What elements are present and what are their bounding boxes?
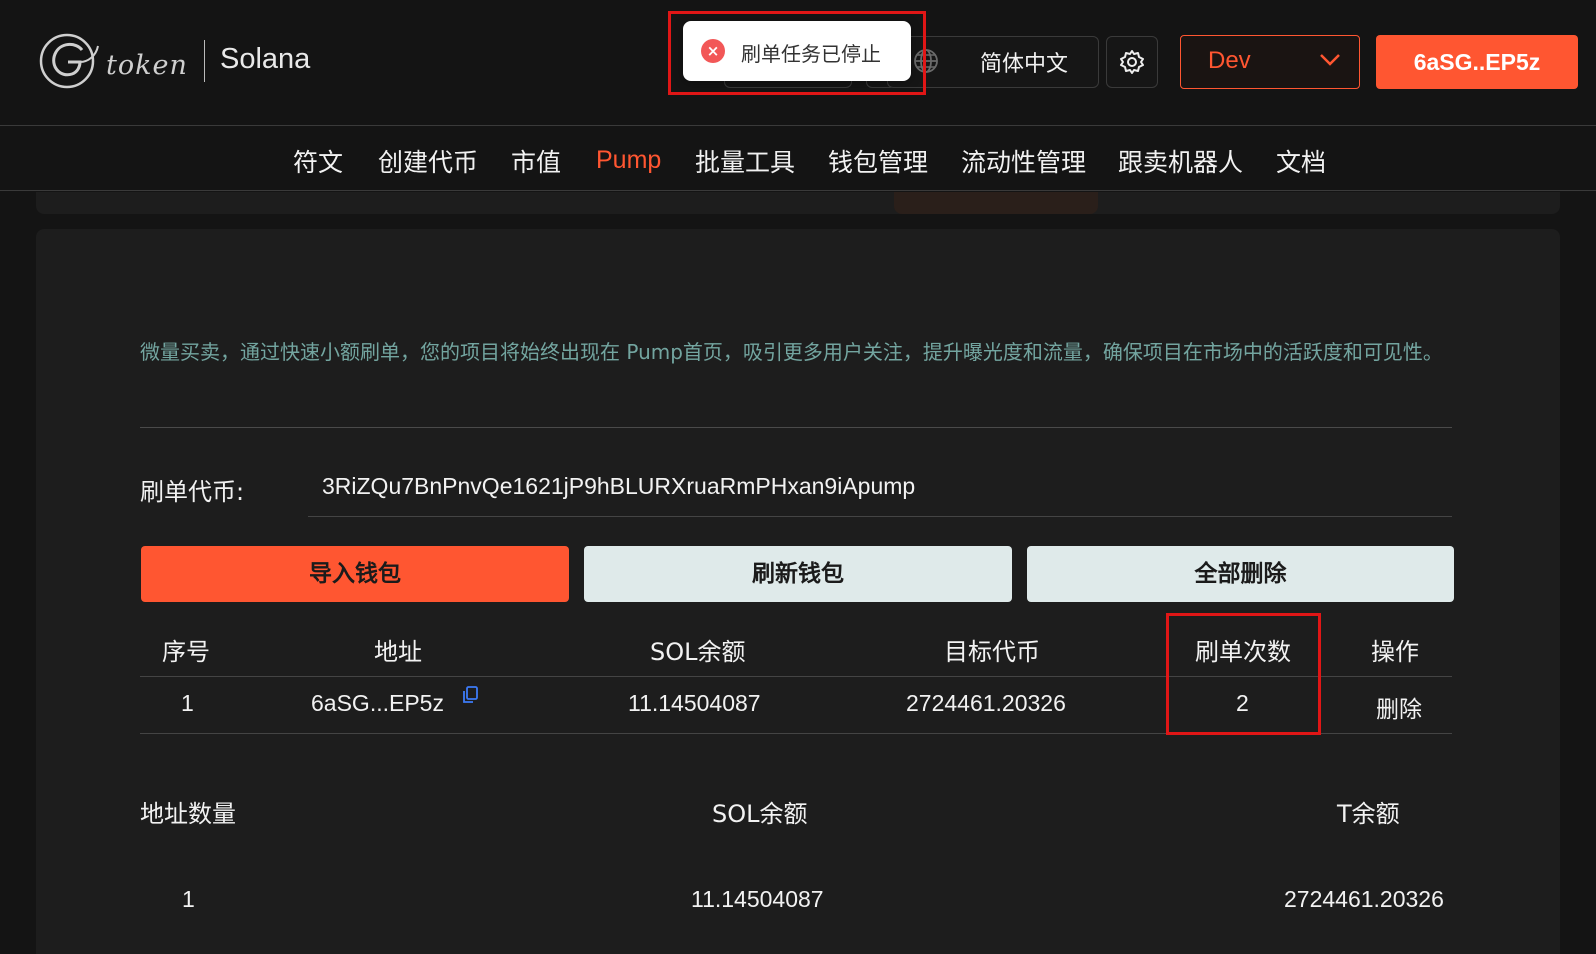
main-nav: 符文 创建代币 市值 Pump 批量工具 钱包管理 流动性管理 跟卖机器人 文档 bbox=[0, 127, 1596, 191]
column-header-index: 序号 bbox=[162, 638, 210, 666]
row-address: 6aSG...EP5z bbox=[311, 690, 444, 716]
tab-panel-edge bbox=[36, 192, 1560, 214]
nav-item-docs[interactable]: 文档 bbox=[1276, 143, 1326, 179]
summary-sol-balance: 11.14504087 bbox=[691, 886, 824, 912]
column-header-address: 地址 bbox=[374, 638, 422, 666]
network-label: Dev bbox=[1208, 47, 1251, 74]
language-label: 简体中文 bbox=[980, 52, 1069, 77]
active-tab-edge bbox=[894, 192, 1098, 214]
trade-count-highlight-frame bbox=[1166, 613, 1321, 735]
summary-address-count: 1 bbox=[182, 886, 195, 912]
nav-item-batch-tools[interactable]: 批量工具 bbox=[695, 143, 795, 179]
token-input-underline bbox=[308, 516, 1452, 517]
logo-divider bbox=[204, 40, 205, 82]
summary-label-token-balance: T余额 bbox=[1337, 800, 1400, 828]
import-wallet-button[interactable]: 导入钱包 bbox=[141, 546, 569, 602]
refresh-wallet-button[interactable]: 刷新钱包 bbox=[584, 546, 1012, 602]
delete-all-button[interactable]: 全部删除 bbox=[1027, 546, 1454, 602]
toast-highlight-frame bbox=[668, 11, 926, 95]
gear-icon bbox=[1120, 50, 1144, 74]
nav-item-create-token[interactable]: 创建代币 bbox=[378, 143, 478, 179]
feature-description: 微量买卖，通过快速小额刷单，您的项目将始终出现在 Pump首页，吸引更多用户关注… bbox=[140, 340, 1443, 364]
summary-token-balance: 2724461.20326 bbox=[1284, 886, 1444, 912]
nav-item-follow-bot[interactable]: 跟卖机器人 bbox=[1118, 143, 1243, 179]
logo-text: token bbox=[106, 50, 188, 81]
row-index: 1 bbox=[181, 690, 194, 716]
row-sol-balance: 11.14504087 bbox=[628, 690, 761, 716]
nav-item-market-cap[interactable]: 市值 bbox=[511, 143, 561, 179]
row-target-token: 2724461.20326 bbox=[906, 690, 1066, 716]
row-delete-action[interactable]: 删除 bbox=[1376, 690, 1422, 724]
nav-item-pump[interactable]: Pump bbox=[596, 146, 661, 175]
summary-label-address-count: 地址数量 bbox=[140, 800, 236, 828]
token-field-label: 刷单代币: bbox=[140, 478, 245, 506]
nav-item-wallet-management[interactable]: 钱包管理 bbox=[828, 143, 928, 179]
wallet-button[interactable]: 6aSG..EP5z bbox=[1376, 35, 1578, 89]
column-header-sol-balance: SOL余额 bbox=[650, 638, 746, 666]
summary-label-sol-balance: SOL余额 bbox=[712, 800, 808, 828]
column-header-action: 操作 bbox=[1371, 638, 1419, 666]
column-header-target-token: 目标代币 bbox=[944, 638, 1040, 666]
copy-icon[interactable] bbox=[462, 686, 478, 704]
nav-item-liquidity[interactable]: 流动性管理 bbox=[961, 143, 1086, 179]
chain-name: Solana bbox=[220, 43, 311, 75]
chevron-down-icon bbox=[1320, 54, 1340, 66]
token-address-input[interactable]: 3RiZQu7BnPnvQe1621jP9hBLURXruaRmPHxan9iA… bbox=[322, 473, 915, 500]
divider bbox=[140, 427, 1452, 428]
nav-item-runes[interactable]: 符文 bbox=[293, 143, 343, 179]
